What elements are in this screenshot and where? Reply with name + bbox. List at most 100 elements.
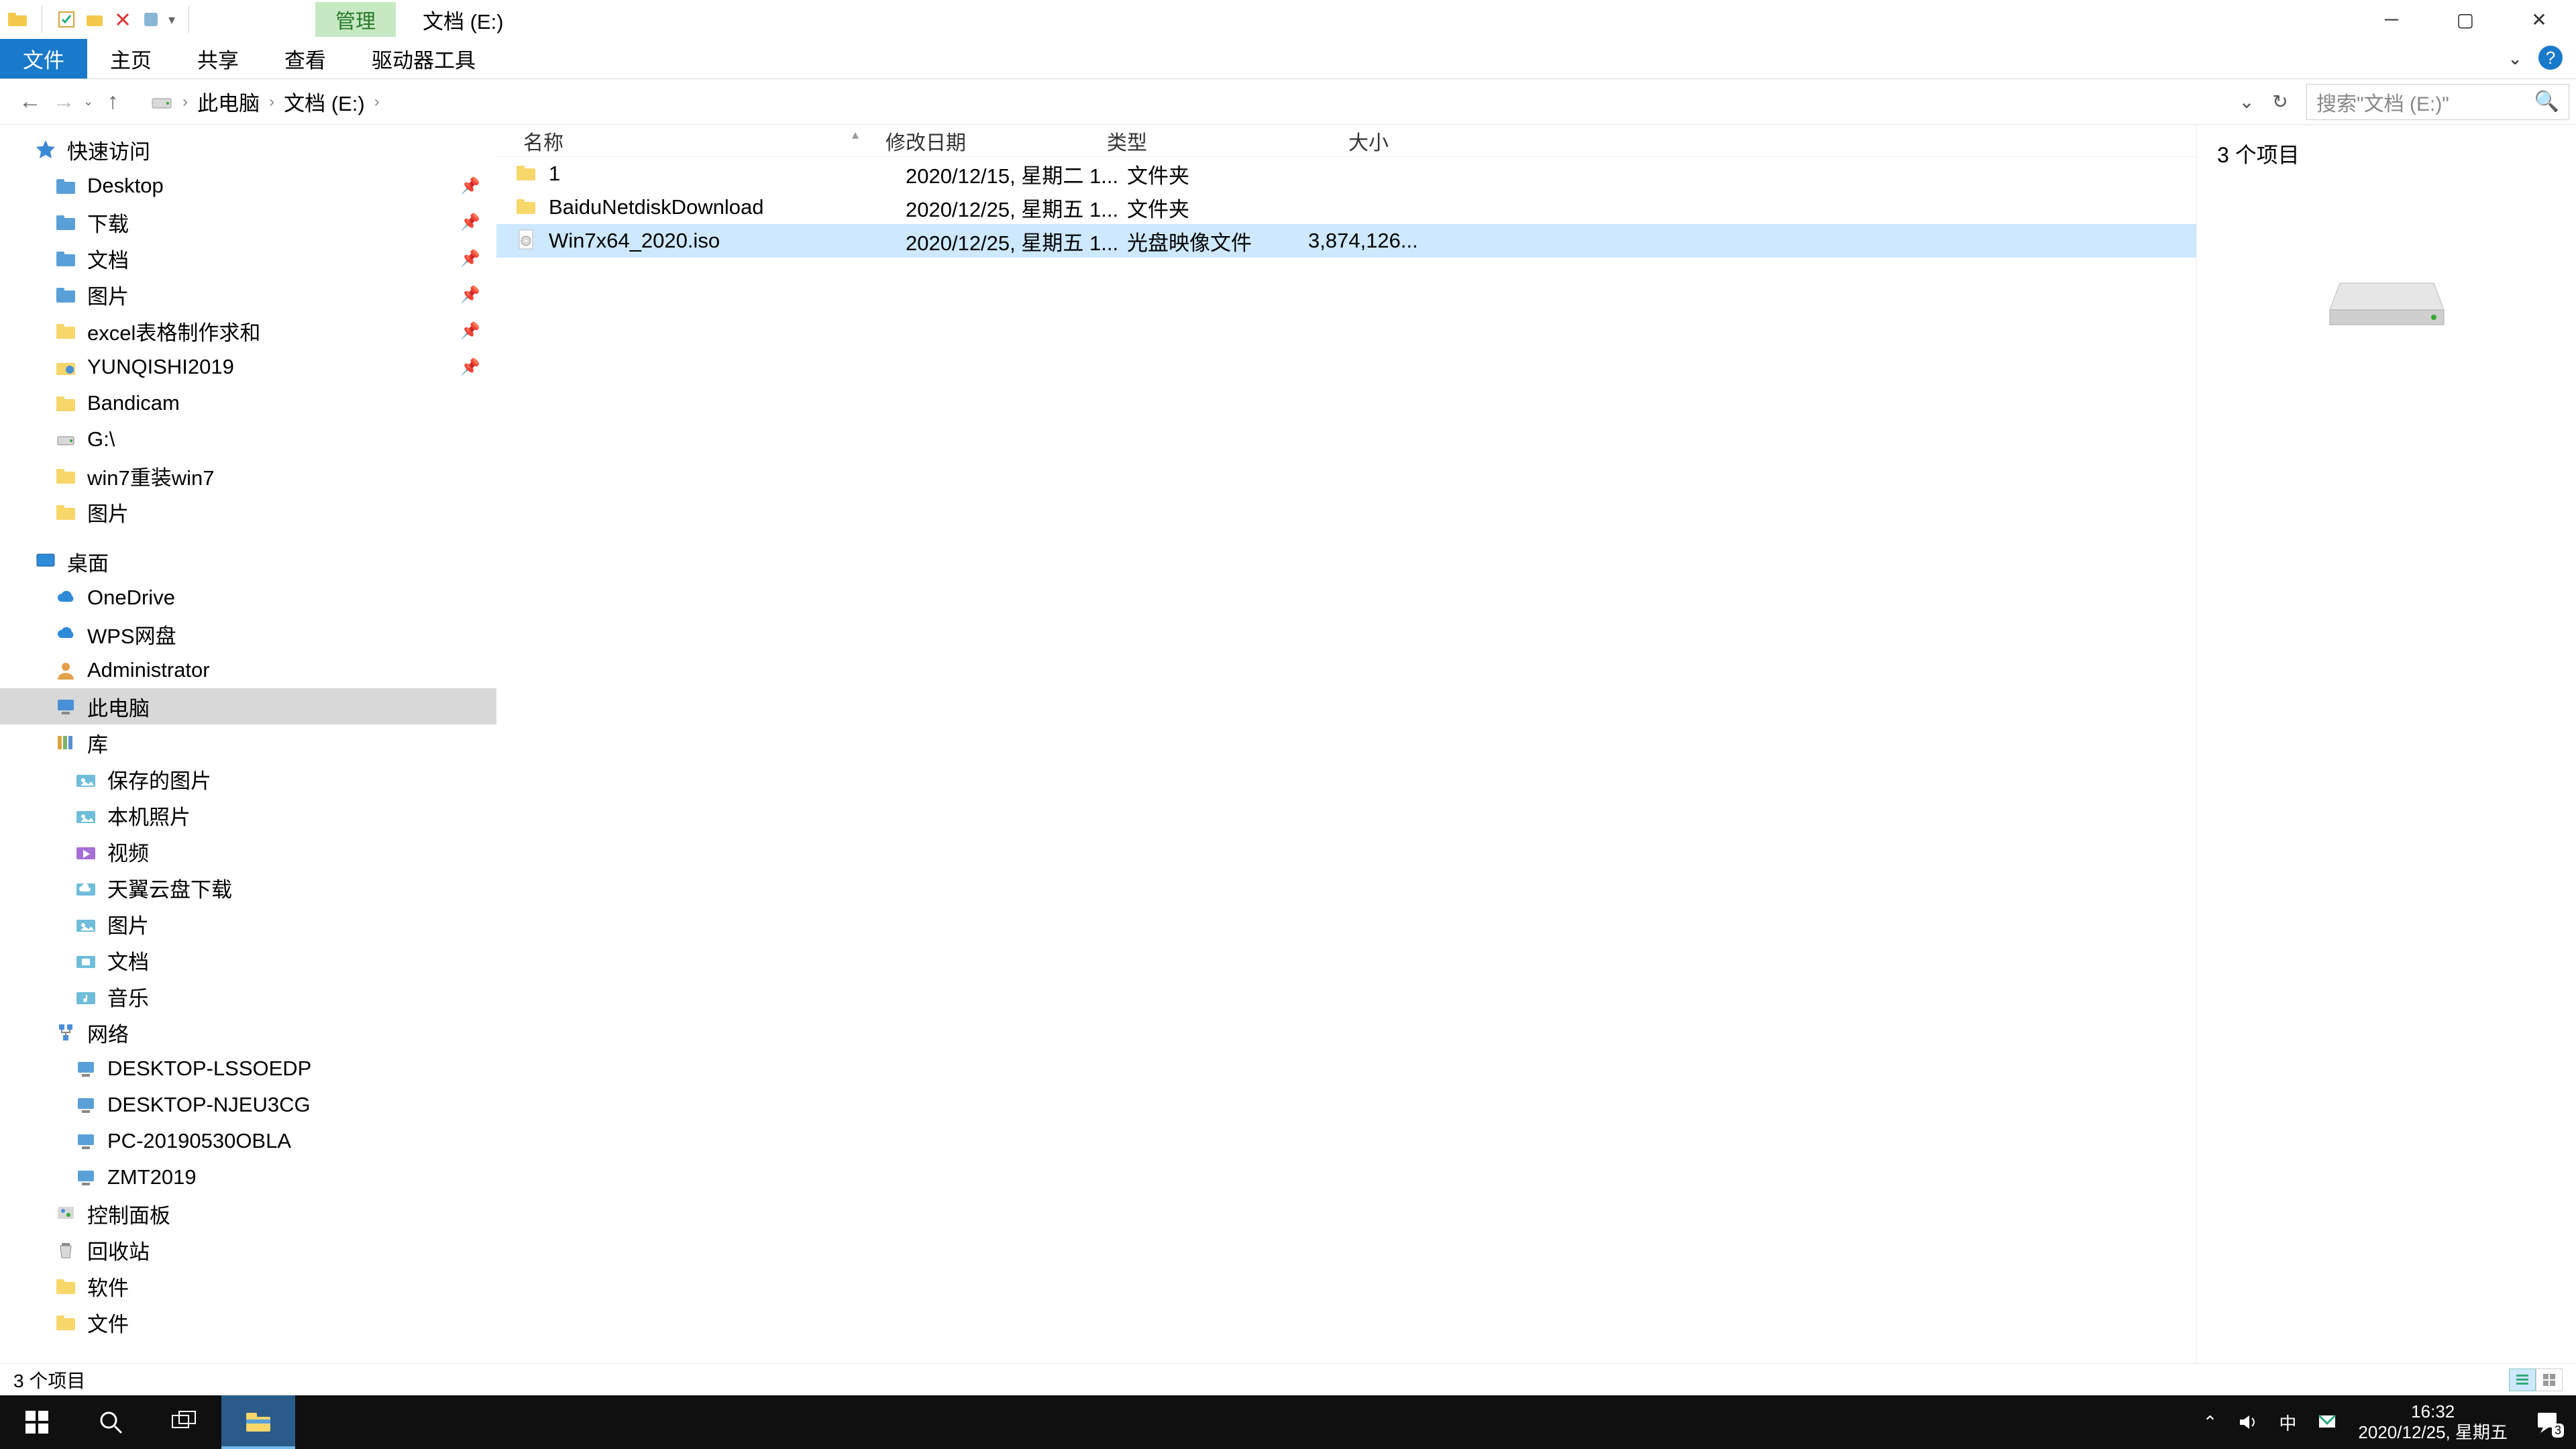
tree-item[interactable]: 网络 xyxy=(0,1014,496,1051)
tree-item[interactable]: 库 xyxy=(0,724,496,761)
start-button[interactable] xyxy=(0,1395,74,1449)
tree-item[interactable]: 图片 xyxy=(0,906,496,942)
breadcrumb-drive[interactable]: 文档 (E:) xyxy=(284,87,365,117)
tray-app-icon[interactable] xyxy=(2316,1411,2338,1433)
tree-item[interactable]: Desktop📌 xyxy=(0,168,496,204)
tree-item[interactable]: WPS网盘 xyxy=(0,616,496,652)
tree-item[interactable]: 本机照片 xyxy=(0,797,496,833)
tree-item[interactable]: 下载📌 xyxy=(0,204,496,240)
tree-item[interactable]: YUNQISHI2019📌 xyxy=(0,349,496,385)
column-type[interactable]: 类型 xyxy=(1107,126,1288,156)
tray-overflow-icon[interactable]: ⌃ xyxy=(2203,1412,2218,1433)
tree-label: win7重装win7 xyxy=(87,461,215,491)
tree-item[interactable]: win7重装win7 xyxy=(0,458,496,494)
pin-icon: 📌 xyxy=(460,285,480,305)
tree-label: 文档 xyxy=(87,244,129,274)
file-row[interactable]: 12020/12/15, 星期二 1...文件夹 xyxy=(496,157,2196,191)
pc-net-icon xyxy=(74,1129,98,1153)
tree-item[interactable]: Bandicam xyxy=(0,385,496,421)
search-button[interactable] xyxy=(74,1395,148,1449)
folder-music-icon xyxy=(74,984,98,1008)
tree-item[interactable]: 软件 xyxy=(0,1268,496,1304)
task-view-button[interactable] xyxy=(148,1395,221,1449)
view-details-button[interactable] xyxy=(2509,1368,2536,1391)
file-rows[interactable]: 12020/12/15, 星期二 1...文件夹BaiduNetdiskDown… xyxy=(496,157,2196,1363)
recycle-icon xyxy=(54,1238,78,1262)
tab-share[interactable]: 共享 xyxy=(174,39,262,78)
column-date[interactable]: 修改日期 xyxy=(885,126,1107,156)
tree-item[interactable]: PC-20190530OBLA xyxy=(0,1123,496,1159)
qat-new-folder-icon[interactable] xyxy=(84,9,105,30)
tab-view[interactable]: 查看 xyxy=(262,39,349,78)
address-dropdown-icon[interactable]: ⌄ xyxy=(2230,91,2263,113)
tree-label: 音乐 xyxy=(107,981,149,1012)
chevron-right-icon[interactable]: › xyxy=(264,93,280,111)
pin-icon: 📌 xyxy=(460,213,480,232)
column-size[interactable]: 大小 xyxy=(1288,126,1402,156)
breadcrumb-this-pc[interactable]: 此电脑 xyxy=(197,87,260,117)
folder-blue-icon xyxy=(54,210,78,234)
folder-blue-icon xyxy=(54,246,78,270)
minimize-button[interactable]: ─ xyxy=(2355,0,2428,39)
tree-item[interactable]: G:\ xyxy=(0,421,496,458)
tree-label: DESKTOP-LSSOEDP xyxy=(107,1057,311,1081)
window-buttons: ─ ▢ ✕ xyxy=(2355,0,2576,39)
help-icon[interactable]: ? xyxy=(2538,46,2563,70)
file-date: 2020/12/25, 星期五 1... xyxy=(906,226,1127,256)
tab-home[interactable]: 主页 xyxy=(87,39,174,78)
nav-forward-button[interactable]: → xyxy=(47,89,80,115)
qat-delete-icon[interactable] xyxy=(112,9,133,30)
taskbar-clock[interactable]: 16:32 2020/12/25, 星期五 xyxy=(2358,1401,2508,1443)
view-thumbnails-button[interactable] xyxy=(2536,1368,2563,1391)
tree-label: Administrator xyxy=(87,658,210,682)
tree-item[interactable]: 图片 xyxy=(0,494,496,530)
taskbar-explorer[interactable] xyxy=(221,1395,295,1449)
nav-history-dropdown[interactable]: ⌄ xyxy=(83,95,93,109)
breadcrumb[interactable]: › 此电脑 › 文档 (E:) › xyxy=(143,84,2230,120)
tree-desktop[interactable]: 桌面 xyxy=(0,543,496,580)
nav-up-button[interactable]: ↑ xyxy=(96,89,129,115)
tree-item[interactable]: OneDrive xyxy=(0,580,496,616)
chevron-right-icon[interactable]: › xyxy=(369,93,385,111)
tree-item[interactable]: 视频 xyxy=(0,833,496,869)
tree-item[interactable]: 文件 xyxy=(0,1304,496,1340)
file-size: 3,874,126... xyxy=(1308,229,1422,253)
tree-quick-access[interactable]: 快速访问 xyxy=(0,131,496,168)
contextual-tab-manage[interactable]: 管理 xyxy=(315,2,396,37)
ime-indicator[interactable]: 中 xyxy=(2279,1410,2296,1435)
refresh-icon[interactable]: ↻ xyxy=(2263,91,2297,113)
file-row[interactable]: Win7x64_2020.iso2020/12/25, 星期五 1...光盘映像… xyxy=(496,224,2196,258)
close-button[interactable]: ✕ xyxy=(2502,0,2576,39)
network-icon xyxy=(54,1020,78,1044)
tree-item[interactable]: excel表格制作求和📌 xyxy=(0,313,496,349)
tab-file[interactable]: 文件 xyxy=(0,39,87,78)
tree-item[interactable]: 保存的图片 xyxy=(0,761,496,797)
ribbon-expand-icon[interactable]: ⌄ xyxy=(2508,48,2522,69)
tree-item[interactable]: 此电脑 xyxy=(0,688,496,724)
file-row[interactable]: BaiduNetdiskDownload2020/12/25, 星期五 1...… xyxy=(496,191,2196,224)
tree-item[interactable]: 回收站 xyxy=(0,1232,496,1268)
qat-properties-icon[interactable] xyxy=(56,9,77,30)
column-name[interactable]: 名称▴ xyxy=(496,126,885,156)
tree-item[interactable]: 控制面板 xyxy=(0,1195,496,1232)
qat-dropdown-icon[interactable]: ▾ xyxy=(168,11,175,28)
tab-drive-tools[interactable]: 驱动器工具 xyxy=(349,39,498,78)
tree-item[interactable]: DESKTOP-NJEU3CG xyxy=(0,1087,496,1123)
maximize-button[interactable]: ▢ xyxy=(2428,0,2502,39)
action-center-icon[interactable]: 3 xyxy=(2528,1403,2567,1442)
nav-back-button[interactable]: ← xyxy=(13,89,47,115)
tree-item[interactable]: 文档 xyxy=(0,942,496,978)
tree-item[interactable]: 文档📌 xyxy=(0,240,496,276)
tree-item[interactable]: 图片📌 xyxy=(0,276,496,313)
tree-item[interactable]: 天翼云盘下载 xyxy=(0,869,496,906)
tree-item[interactable]: 音乐 xyxy=(0,978,496,1014)
tree-item[interactable]: DESKTOP-LSSOEDP xyxy=(0,1051,496,1087)
search-input[interactable]: 搜索"文档 (E:)" 🔍 xyxy=(2306,84,2569,120)
qat-rename-icon[interactable] xyxy=(140,9,162,30)
volume-icon[interactable] xyxy=(2237,1411,2259,1433)
tree-item[interactable]: Administrator xyxy=(0,652,496,688)
chevron-right-icon[interactable]: › xyxy=(177,93,193,111)
navigation-tree[interactable]: 快速访问 Desktop📌下载📌文档📌图片📌excel表格制作求和📌YUNQIS… xyxy=(0,125,496,1363)
folder-vid-icon xyxy=(74,839,98,863)
tree-item[interactable]: ZMT2019 xyxy=(0,1159,496,1195)
